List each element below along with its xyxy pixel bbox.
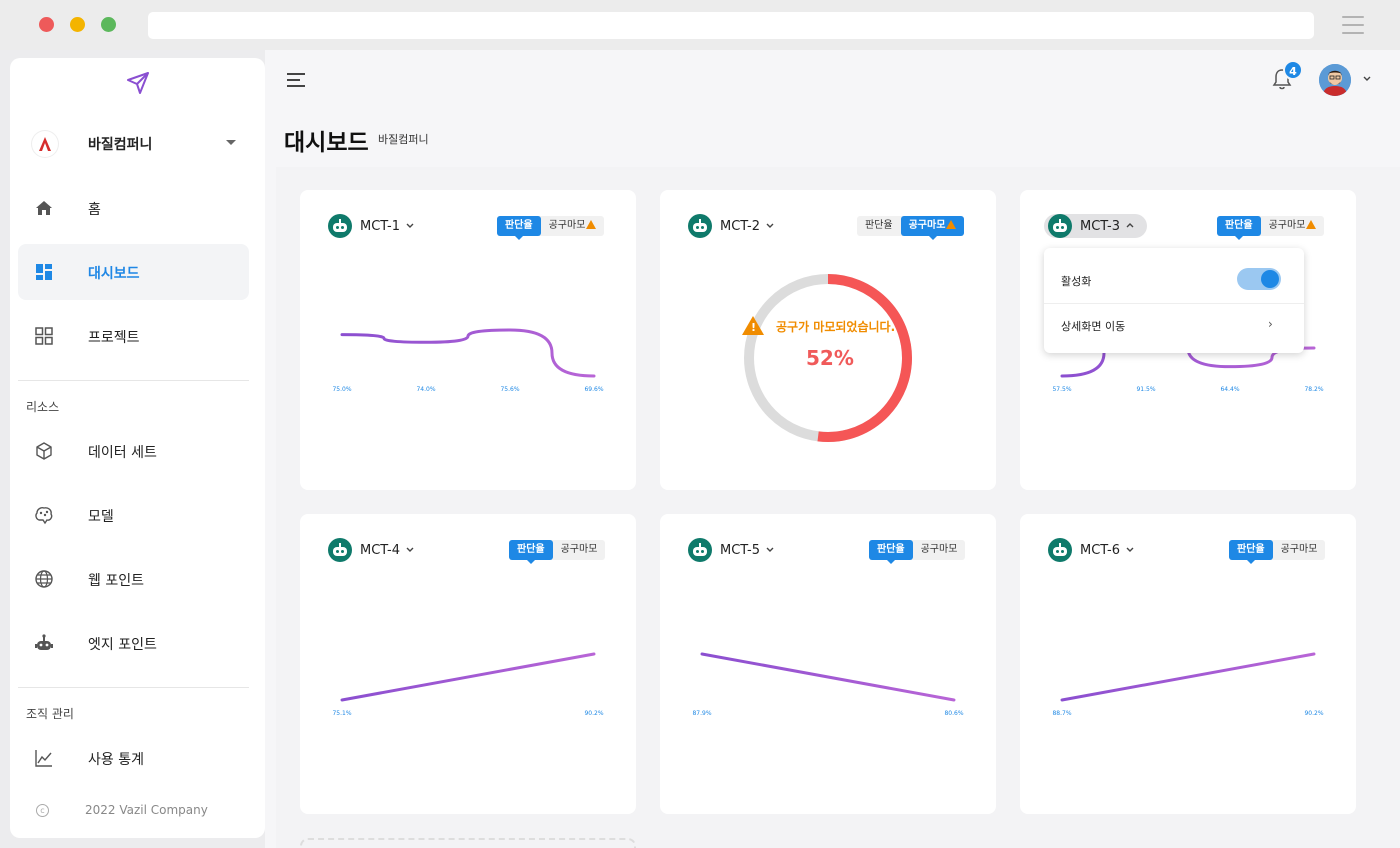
sidebar: 바질컴퍼니 홈 대시보드 프로젝트 리소스 데이터 세트 모델 웹 포인트 엣지… xyxy=(10,58,265,838)
address-bar[interactable] xyxy=(148,12,1314,39)
series-line xyxy=(340,328,596,378)
sidebar-item-project[interactable]: 프로젝트 xyxy=(18,308,249,364)
sidebar-item-webpoint[interactable]: 웹 포인트 xyxy=(18,551,249,607)
divider xyxy=(18,687,249,688)
copyright-text: 2022 Vazil Company xyxy=(85,803,208,817)
data-label: 75.1% xyxy=(332,710,352,717)
sidebar-item-label: 모델 xyxy=(88,509,114,525)
data-label: 64.4% xyxy=(1220,386,1240,393)
company-name: 바질컴퍼니 xyxy=(88,137,153,153)
activate-label: 활성화 xyxy=(1061,275,1092,288)
wear-percent: 52% xyxy=(806,346,854,370)
data-label: 75.0% xyxy=(332,386,352,393)
series-line xyxy=(1060,652,1316,702)
sidebar-item-label: 사용 통계 xyxy=(88,752,144,768)
data-label: 74.0% xyxy=(416,386,436,393)
detail-link[interactable]: 상세화면 이동 › xyxy=(1044,305,1304,353)
company-logo-icon xyxy=(32,131,58,157)
sidebar-item-home[interactable]: 홈 xyxy=(18,180,249,236)
minimize-dot[interactable] xyxy=(70,17,85,32)
machine-card: MCT-6 판단율 공구마모 88.7% 90.2% xyxy=(1020,514,1356,814)
brain-icon xyxy=(35,507,53,525)
sidebar-item-label: 홈 xyxy=(88,202,101,218)
data-label: 88.7% xyxy=(1052,710,1072,717)
app-logo-icon[interactable] xyxy=(125,70,151,96)
home-icon xyxy=(36,201,52,215)
data-label: 90.2% xyxy=(584,710,604,717)
caret-down-icon xyxy=(226,140,236,145)
rate-line-chart xyxy=(700,652,956,702)
chevron-right-icon: › xyxy=(1268,317,1273,331)
chevron-down-icon[interactable] xyxy=(1362,74,1372,84)
browser-menu-icon[interactable] xyxy=(1342,16,1364,34)
machine-card: MCT-1 판단율 공구마모 75.0% 74.0% 75.6% 69.6% xyxy=(300,190,636,490)
company-selector[interactable]: 바질컴퍼니 xyxy=(18,120,249,164)
machine-card: MCT-5 판단율 공구마모 87.9% 80.6% xyxy=(660,514,996,814)
browser-chrome xyxy=(0,0,1400,50)
sidebar-item-label: 프로젝트 xyxy=(88,330,140,346)
data-label: 57.5% xyxy=(1052,386,1072,393)
wear-message: 공구가 마모되었습니다. xyxy=(776,320,896,334)
rate-line-chart xyxy=(340,328,596,378)
sidebar-item-model[interactable]: 모델 xyxy=(18,487,249,543)
sidebar-item-label: 데이터 세트 xyxy=(88,445,157,461)
data-label: 75.6% xyxy=(500,386,520,393)
section-label-resources: 리소스 xyxy=(26,400,60,414)
page-title: 대시보드 xyxy=(284,130,369,156)
maximize-dot[interactable] xyxy=(101,17,116,32)
page-subtitle: 바질컴퍼니 xyxy=(378,133,429,146)
data-label: 78.2% xyxy=(1304,386,1324,393)
activate-row: 활성화 xyxy=(1044,248,1304,304)
activate-toggle[interactable] xyxy=(1237,268,1281,290)
data-label: 87.9% xyxy=(692,710,712,717)
sidebar-item-label: 웹 포인트 xyxy=(88,573,144,589)
series-line xyxy=(700,652,956,702)
data-label: 91.5% xyxy=(1136,386,1156,393)
sidebar-item-dataset[interactable]: 데이터 세트 xyxy=(18,423,249,479)
card-options-popup: 활성화 상세화면 이동 › xyxy=(1044,248,1304,353)
series-line xyxy=(340,652,596,702)
copyright-icon: c xyxy=(36,804,49,817)
globe-icon xyxy=(35,570,53,588)
divider xyxy=(18,380,249,381)
section-label-org: 조직 관리 xyxy=(26,707,74,721)
grid-icon xyxy=(35,327,53,345)
menu-toggle-button[interactable] xyxy=(287,73,305,87)
sidebar-item-label: 대시보드 xyxy=(88,266,140,282)
sidebar-item-usage-stats[interactable]: 사용 통계 xyxy=(18,730,249,786)
cube-icon xyxy=(36,442,52,460)
avatar[interactable] xyxy=(1319,64,1351,96)
machine-card: MCT-2 판단율 공구마모! 공구가 마모되었습니다. 52% xyxy=(660,190,996,490)
dashboard-icon xyxy=(36,264,52,280)
sidebar-item-label: 엣지 포인트 xyxy=(88,637,157,653)
rate-line-chart xyxy=(1060,652,1316,702)
warning-icon: ! xyxy=(742,316,764,335)
line-chart-icon xyxy=(35,750,52,767)
data-label: 90.2% xyxy=(1304,710,1324,717)
notification-badge: 4 xyxy=(1283,60,1303,80)
toggle-knob xyxy=(1261,270,1279,288)
add-card-placeholder[interactable] xyxy=(300,838,636,848)
close-dot[interactable] xyxy=(39,17,54,32)
rate-line-chart xyxy=(340,652,596,702)
data-label: 80.6% xyxy=(944,710,964,717)
robot-icon xyxy=(35,634,53,650)
detail-label: 상세화면 이동 xyxy=(1061,320,1126,333)
copyright: c 2022 Vazil Company xyxy=(36,803,208,817)
wear-donut-chart xyxy=(744,274,912,442)
sidebar-item-dashboard[interactable]: 대시보드 xyxy=(18,244,249,300)
data-label: 69.6% xyxy=(584,386,604,393)
machine-card: MCT-4 판단율 공구마모 75.1% 90.2% xyxy=(300,514,636,814)
sidebar-item-edgepoint[interactable]: 엣지 포인트 xyxy=(18,615,249,671)
